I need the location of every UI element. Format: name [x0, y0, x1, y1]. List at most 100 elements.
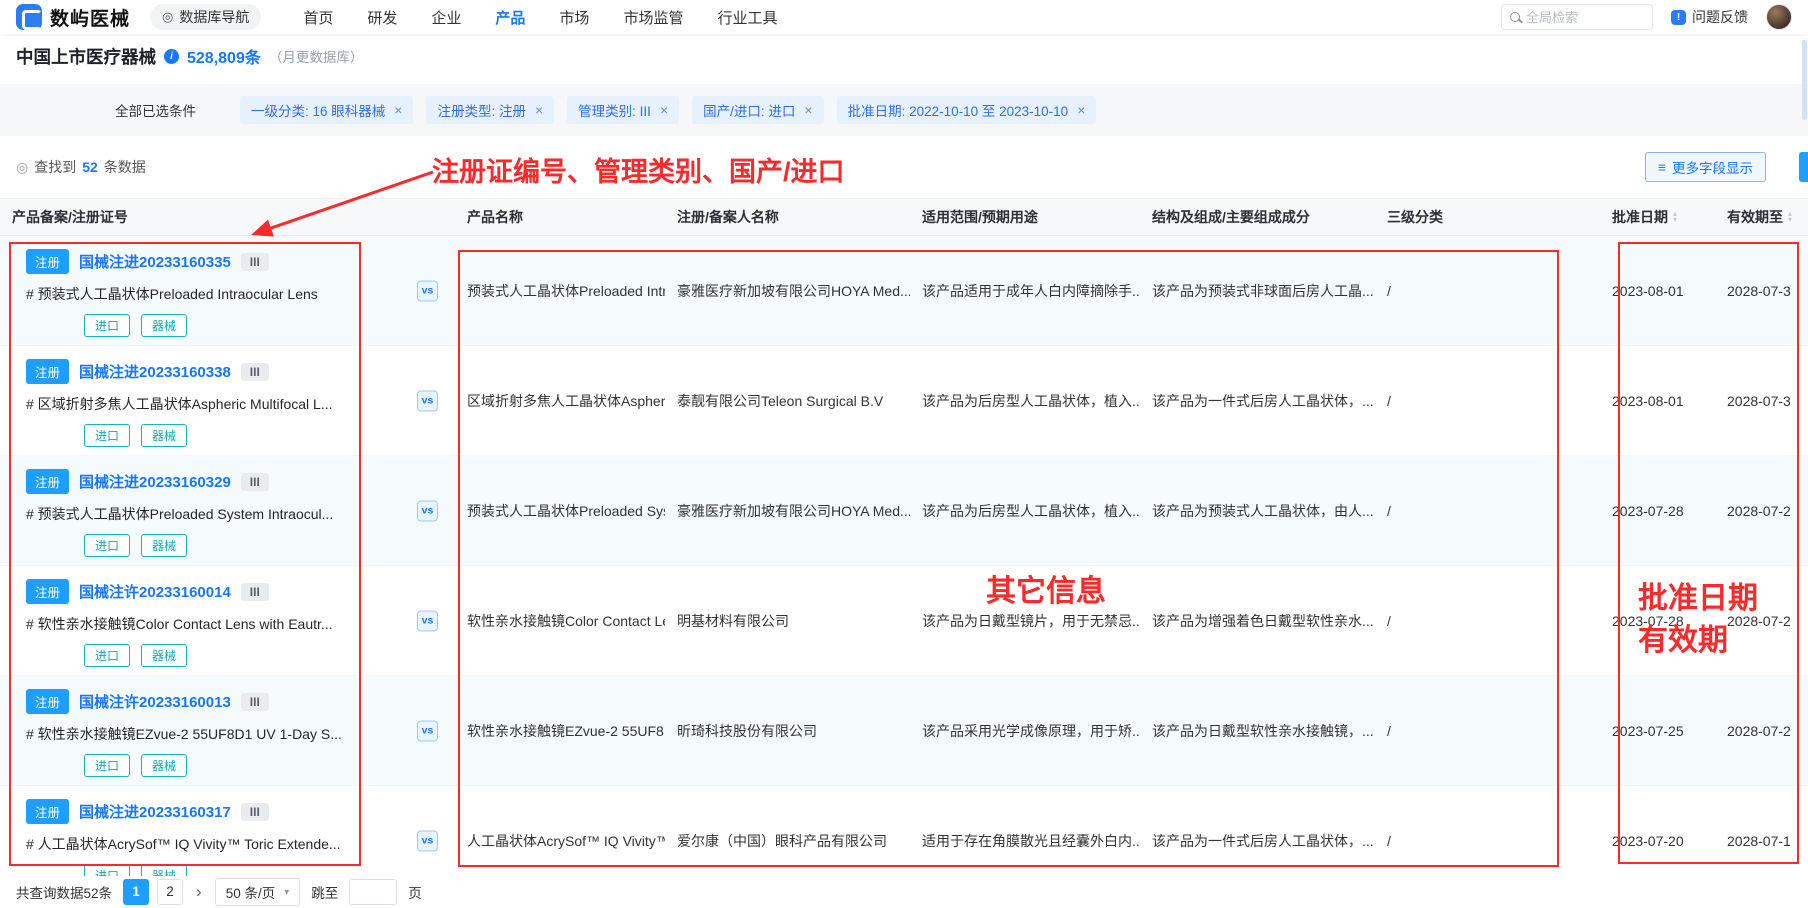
cell-level3-category: /	[1375, 723, 1600, 739]
page-size-select[interactable]: 50 条/页 ▾	[215, 878, 301, 906]
vs-compare-icon[interactable]: vs	[417, 610, 438, 631]
nav-item-研发[interactable]: 研发	[367, 7, 397, 28]
cell-level3-category: /	[1375, 613, 1600, 629]
nav-item-市场[interactable]: 市场	[559, 7, 589, 28]
cell-product-name: 软性亲水接触镜Color Contact Lens ...	[455, 611, 665, 631]
chip-close-icon[interactable]: ×	[535, 102, 543, 118]
page-size-value: 50 条/页	[226, 882, 276, 902]
chip-close-icon[interactable]: ×	[804, 102, 812, 118]
column-header: 结构及组成/主要组成成分	[1140, 207, 1375, 227]
vs-compare-icon[interactable]: vs	[417, 500, 438, 521]
registration-number-link[interactable]: 国械注许20233160014	[79, 581, 231, 602]
cell-approval-date: 2023-07-28	[1600, 613, 1715, 629]
cell-level3-category: /	[1375, 393, 1600, 409]
page-list: 12	[123, 879, 183, 905]
cell-approval-date: 2023-07-25	[1600, 723, 1715, 739]
table-row[interactable]: 注册 国械注许20233160014 III # 软性亲水接触镜Color Co…	[0, 566, 1808, 676]
sort-icon[interactable]: ▴▾	[1673, 211, 1677, 223]
cell-structure: 该产品为预装式非球面后房人工晶...	[1140, 281, 1375, 301]
jump-page-input[interactable]	[349, 879, 397, 905]
cell-registration: 注册 国械注许20233160013 III # 软性亲水接触镜EZvue-2 …	[0, 676, 455, 785]
sort-icon[interactable]: ▴▾	[1788, 211, 1792, 223]
page-button-1[interactable]: 1	[123, 879, 149, 905]
cell-scope: 该产品为后房型人工晶状体，植入...	[910, 391, 1140, 411]
nav-item-市场监管[interactable]: 市场监管	[623, 7, 683, 28]
search-input[interactable]	[1526, 10, 1636, 25]
page-button-2[interactable]: 2	[157, 879, 183, 905]
next-page-button[interactable]: ›	[194, 879, 204, 905]
tag-badge: 器械	[141, 424, 187, 447]
feedback-label: 问题反馈	[1692, 7, 1748, 27]
vs-compare-icon[interactable]: vs	[417, 280, 438, 301]
cell-approval-date: 2023-08-01	[1600, 393, 1715, 409]
user-avatar[interactable]	[1766, 4, 1792, 30]
tag-badge: 器械	[141, 864, 187, 876]
cell-structure: 该产品为一件式后房人工晶状体，...	[1140, 831, 1375, 851]
total-count: 528,809条	[187, 44, 261, 68]
tag-badge: 进口	[84, 314, 130, 337]
cell-level3-category: /	[1375, 283, 1600, 299]
registration-number-link[interactable]: 国械注进20233160329	[79, 471, 231, 492]
chip-close-icon[interactable]: ×	[1077, 102, 1085, 118]
cell-level3-category: /	[1375, 833, 1600, 849]
cell-scope: 该产品采用光学成像原理，用于矫...	[910, 721, 1140, 741]
partial-toolbar-button[interactable]	[1799, 152, 1808, 182]
nav-item-首页[interactable]: 首页	[303, 7, 333, 28]
table-row[interactable]: 注册 国械注许20233160013 III # 软性亲水接触镜EZvue-2 …	[0, 676, 1808, 786]
tag-badge: 进口	[84, 534, 130, 557]
filter-chip[interactable]: 管理类别: III×	[567, 96, 679, 124]
cell-approval-date: 2023-07-20	[1600, 833, 1715, 849]
tag-badge: 进口	[84, 754, 130, 777]
info-icon[interactable]: i	[164, 49, 179, 64]
filter-chip[interactable]: 批准日期: 2022-10-10 至 2023-10-10×	[837, 96, 1097, 124]
cell-valid-until: 2028-07-3	[1715, 283, 1808, 299]
nav-item-产品[interactable]: 产品	[495, 7, 525, 28]
nav-item-行业工具[interactable]: 行业工具	[717, 7, 777, 28]
vs-compare-icon[interactable]: vs	[417, 390, 438, 411]
more-fields-button[interactable]: ≡ 更多字段显示	[1645, 152, 1766, 182]
product-full-name: # 区域折射多焦人工晶状体Aspheric Multifocal L...	[26, 394, 371, 414]
scrollbar-thumb[interactable]	[1802, 40, 1807, 120]
filter-chip[interactable]: 一级分类: 16 眼科器械×	[240, 96, 413, 124]
results-count: ◎ 查找到 52 条数据	[16, 157, 146, 177]
app-logo[interactable]: 数屿医械	[16, 4, 130, 31]
database-nav-button[interactable]: ◎ 数据库导航	[150, 4, 261, 30]
found-count: 52	[82, 159, 98, 175]
column-header: 适用范围/预期用途	[910, 207, 1140, 227]
table-row[interactable]: 注册 国械注进20233160317 III # 人工晶状体AcrySof™ I…	[0, 786, 1808, 876]
filter-chip[interactable]: 国产/进口: 进口×	[692, 96, 823, 124]
registration-number-link[interactable]: 国械注进20233160338	[79, 361, 231, 382]
tag-badge: 进口	[84, 424, 130, 447]
global-search[interactable]	[1501, 4, 1653, 30]
title-bar: 中国上市医疗器械 i 528,809条 （月更数据库）	[0, 34, 1808, 78]
table-row[interactable]: 注册 国械注进20233160338 III # 区域折射多焦人工晶状体Asph…	[0, 346, 1808, 456]
row-tags: 进口器械	[84, 534, 455, 557]
vs-compare-icon[interactable]: vs	[417, 720, 438, 741]
cell-level3-category: /	[1375, 503, 1600, 519]
registration-number-link[interactable]: 国械注进20233160317	[79, 801, 231, 822]
registration-number-link[interactable]: 国械注进20233160335	[79, 251, 231, 272]
filter-chip-label: 注册类型: 注册	[437, 100, 526, 120]
mgmt-class-badge: III	[241, 363, 269, 381]
database-note: （月更数据库）	[269, 46, 364, 66]
column-header[interactable]: 批准日期▴▾	[1600, 207, 1715, 227]
product-full-name: # 软性亲水接触镜EZvue-2 55UF8D1 UV 1-Day S...	[26, 724, 371, 744]
cell-registrant: 泰靓有限公司Teleon Surgical B.V	[665, 391, 910, 411]
more-fields-icon: ≡	[1658, 160, 1666, 175]
reg-type-badge: 注册	[26, 249, 69, 274]
row-tags: 进口器械	[84, 424, 455, 447]
registration-number-link[interactable]: 国械注许20233160013	[79, 691, 231, 712]
vs-compare-icon[interactable]: vs	[417, 830, 438, 851]
table-row[interactable]: 注册 国械注进20233160335 III # 预装式人工晶状体Preload…	[0, 236, 1808, 346]
table-row[interactable]: 注册 国械注进20233160329 III # 预装式人工晶状体Preload…	[0, 456, 1808, 566]
nav-item-企业[interactable]: 企业	[431, 7, 461, 28]
feedback-icon: !	[1671, 10, 1686, 25]
feedback-button[interactable]: ! 问题反馈	[1671, 7, 1748, 27]
chip-close-icon[interactable]: ×	[394, 102, 402, 118]
column-header[interactable]: 有效期至▴▾	[1715, 207, 1808, 227]
filter-chips: 一级分类: 16 眼科器械×注册类型: 注册×管理类别: III×国产/进口: …	[240, 96, 1096, 124]
cell-valid-until: 2028-07-2	[1715, 723, 1808, 739]
search-icon	[1510, 12, 1520, 22]
chip-close-icon[interactable]: ×	[660, 102, 668, 118]
filter-chip[interactable]: 注册类型: 注册 ×	[426, 96, 554, 124]
